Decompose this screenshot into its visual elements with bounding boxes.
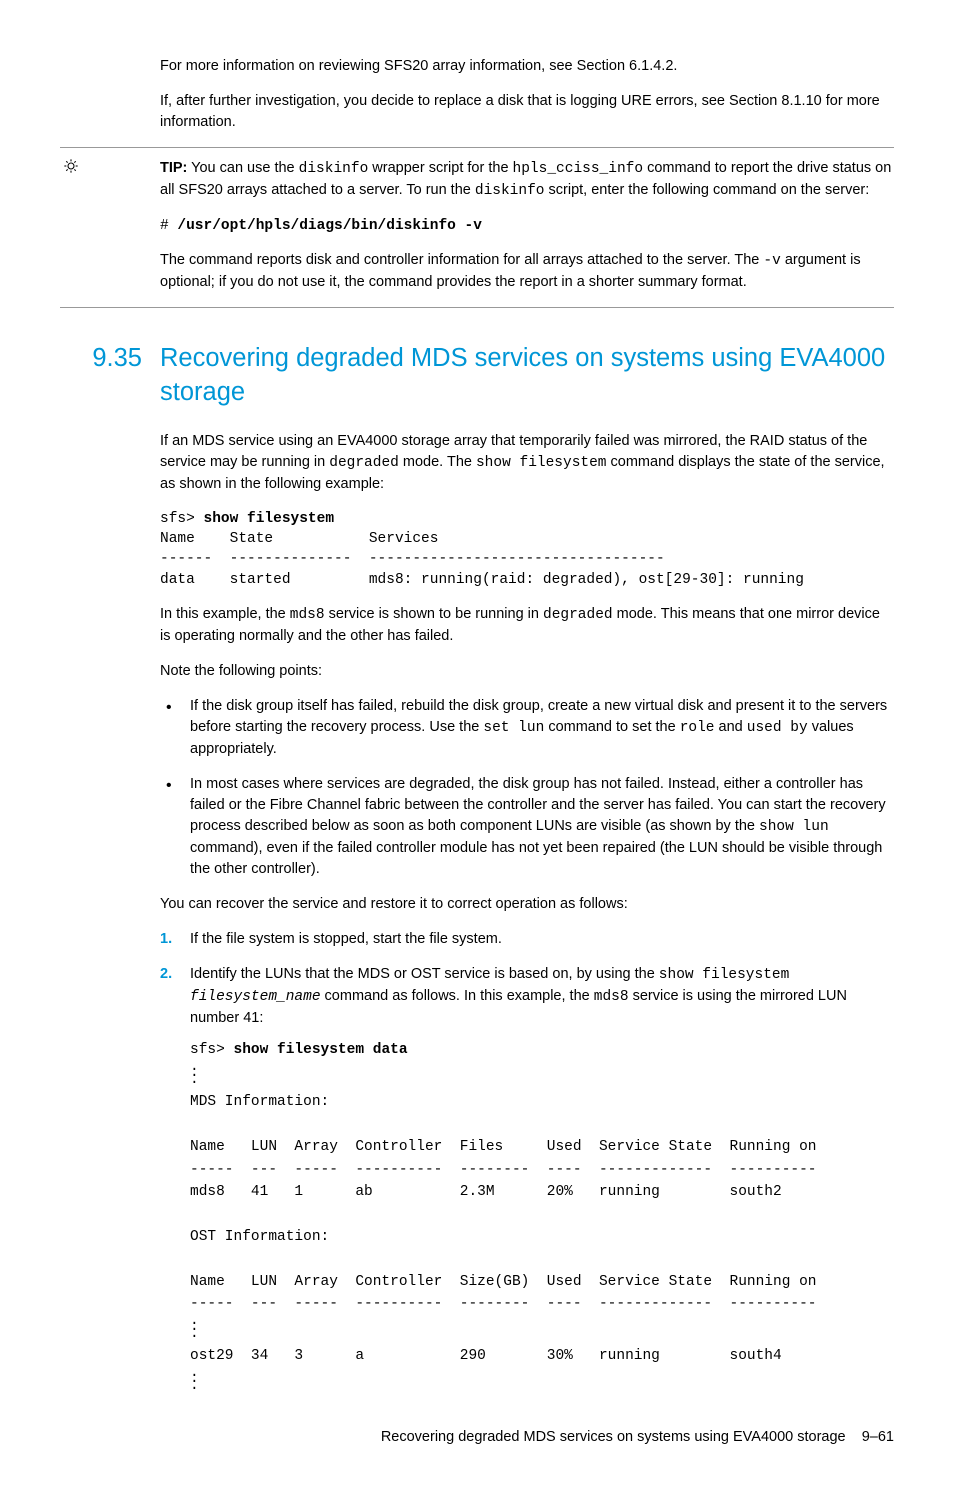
section-title: Recovering degraded MDS services on syst…	[160, 342, 894, 408]
bullet-2: In most cases where services are degrade…	[160, 774, 894, 880]
intro-p2: If, after further investigation, you dec…	[160, 91, 894, 133]
tip-block: TIP: You can use the diskinfo wrapper sc…	[60, 147, 894, 308]
bullet-list: If the disk group itself has failed, reb…	[160, 696, 894, 880]
vdots-icon: ...	[190, 1316, 199, 1340]
code-show-filesystem: sfs> show filesystem Name State Services…	[160, 509, 894, 590]
intro-p1: For more information on reviewing SFS20 …	[160, 56, 894, 77]
bullet-1: If the disk group itself has failed, reb…	[160, 696, 894, 760]
section-p1: If an MDS service using an EVA4000 stora…	[160, 431, 894, 495]
section-p3: Note the following points:	[160, 661, 894, 682]
page-footer: Recovering degraded MDS services on syst…	[60, 1427, 894, 1448]
tip-paragraph-1: TIP: You can use the diskinfo wrapper sc…	[160, 158, 894, 202]
section-p4: You can recover the service and restore …	[160, 894, 894, 915]
section-number: 9.35	[60, 342, 160, 408]
vdots-icon: ...	[190, 1368, 199, 1392]
footer-page: 9–61	[862, 1429, 894, 1445]
section-heading: 9.35 Recovering degraded MDS services on…	[60, 342, 894, 408]
step-2: Identify the LUNs that the MDS or OST se…	[160, 964, 894, 1397]
step-1: If the file system is stopped, start the…	[160, 929, 894, 950]
code-show-filesystem-data: sfs> show filesystem data ... MDS Inform…	[190, 1039, 894, 1397]
step-list: If the file system is stopped, start the…	[160, 929, 894, 1397]
footer-title: Recovering degraded MDS services on syst…	[381, 1429, 846, 1445]
tip-command: # /usr/opt/hpls/diags/bin/diskinfo -v	[160, 216, 894, 236]
tip-paragraph-2: The command reports disk and controller …	[160, 250, 894, 293]
tip-icon	[60, 158, 82, 293]
section-p2: In this example, the mds8 service is sho…	[160, 604, 894, 647]
tip-label: TIP:	[160, 160, 187, 176]
vdots-icon: ...	[190, 1062, 199, 1086]
